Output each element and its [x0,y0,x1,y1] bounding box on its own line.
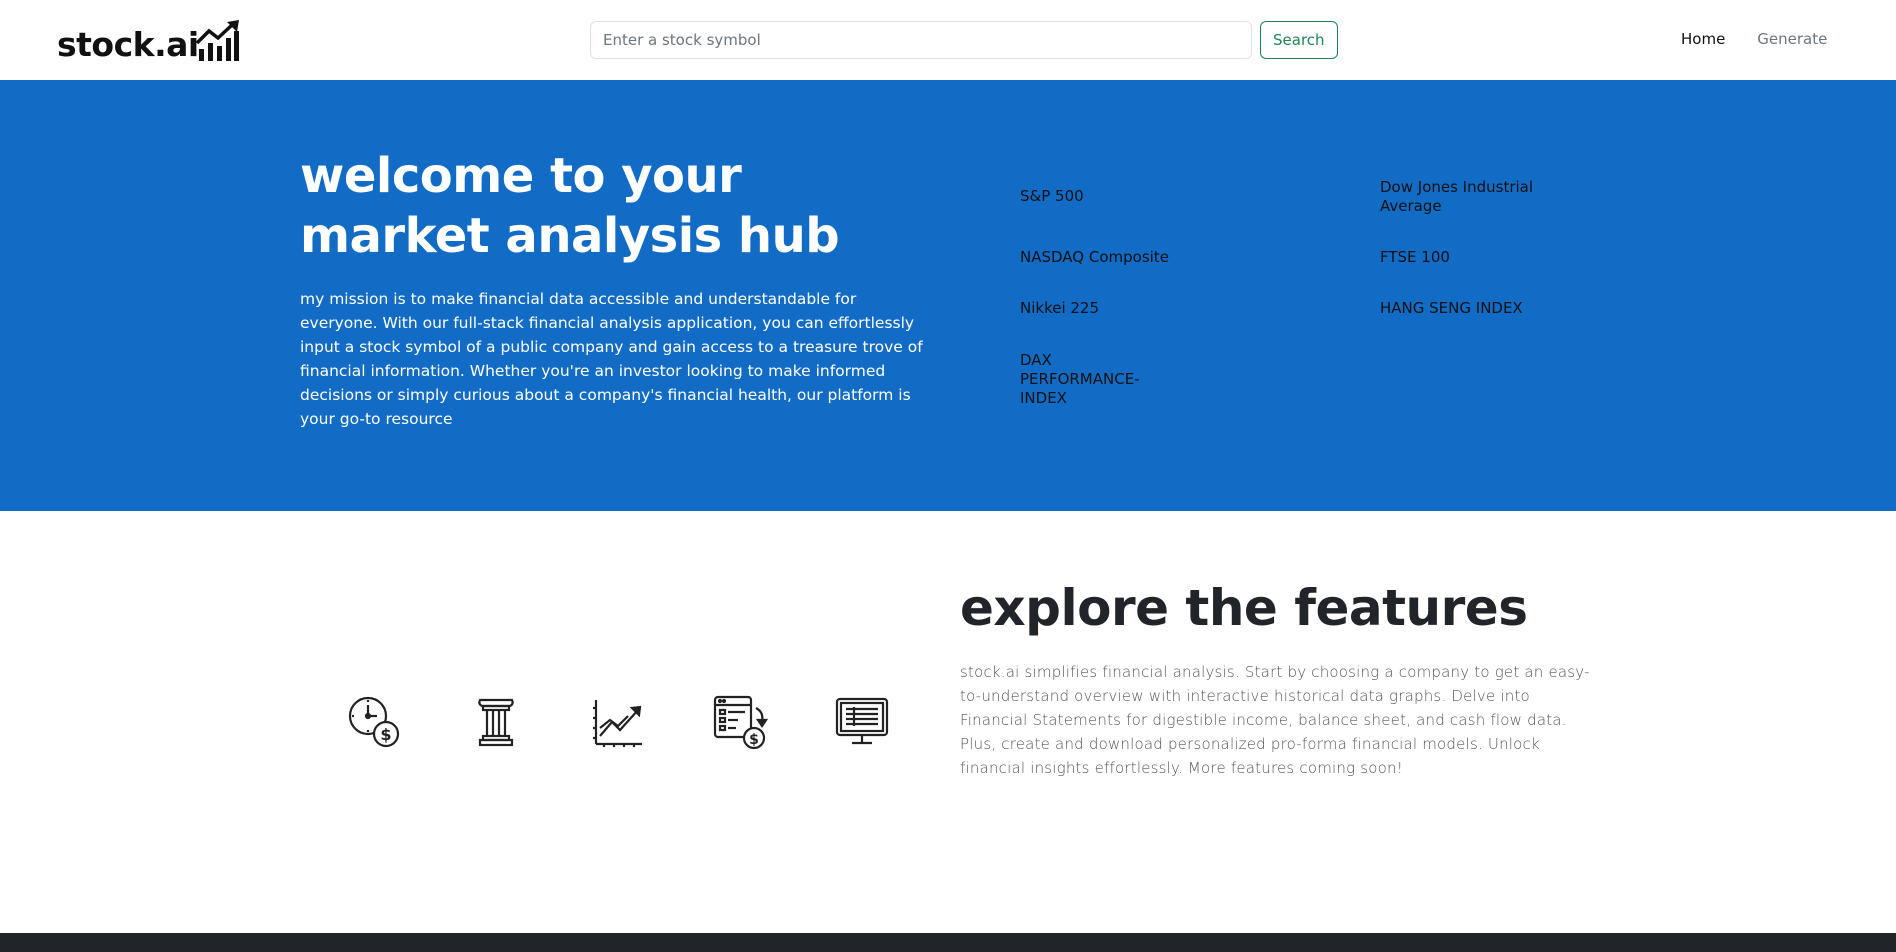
brand-name: stock.ai [57,25,199,64]
clock-dollar-icon: $ [348,696,400,748]
footer [0,933,1896,952]
index-link-nikkei[interactable]: Nikkei 225 [1020,299,1180,318]
navbar: stock.ai Search Home Generate [0,0,1896,80]
index-link-dow-jones[interactable]: Dow Jones Industrial Average [1380,178,1550,216]
search-input[interactable] [590,21,1252,59]
hero-description: my mission is to make financial data acc… [300,290,923,428]
search-form: Search [590,21,1338,59]
index-link-hang-seng[interactable]: HANG SENG INDEX [1380,299,1550,318]
nav-home-link[interactable]: Home [1681,30,1725,48]
features-title: explore the features [960,579,1528,637]
hero-section: welcome to your market analysis hub my m… [0,80,1896,511]
growth-chart-icon [593,700,642,747]
features-description: stock.ai simplifies financial analysis. … [960,663,1590,777]
search-button[interactable]: Search [1260,21,1338,59]
index-link-ftse[interactable]: FTSE 100 [1380,248,1550,267]
index-link-sp500[interactable]: S&P 500 [1020,187,1180,206]
brand-logo-link[interactable]: stock.ai [57,17,241,63]
index-link-dax[interactable]: DAX PERFORMANCE-INDEX [1020,351,1150,408]
svg-text:$: $ [380,725,391,744]
hero-title: welcome to your market analysis hub [300,148,840,264]
pillar-icon [478,698,514,747]
nav-generate-link[interactable]: Generate [1757,30,1827,48]
monitor-spreadsheet-icon [835,697,889,745]
index-link-nasdaq[interactable]: NASDAQ Composite [1020,248,1190,267]
svg-text:$: $ [749,732,759,748]
bar-chart-trend-up-icon [195,20,239,61]
nav-links: Home Generate [1681,30,1827,48]
financial-statement-icon: $ [713,695,768,750]
